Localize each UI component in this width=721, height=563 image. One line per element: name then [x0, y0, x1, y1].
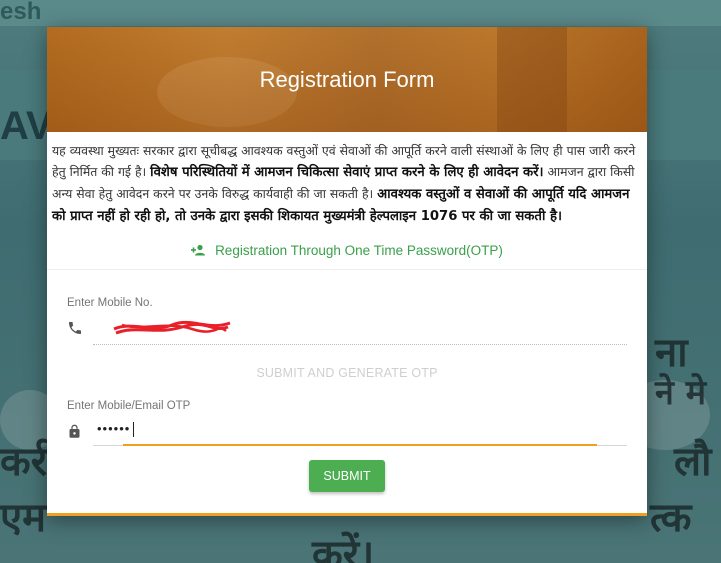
section-divider: [47, 269, 647, 270]
background-header-text: esh: [0, 0, 42, 25]
background-text-fragment: त्क: [650, 495, 692, 541]
background-text-fragment: कर्र: [0, 439, 48, 485]
background-side-text: AV: [0, 104, 53, 148]
background-header: [0, 0, 721, 26]
modal-title: Registration Form: [259, 67, 435, 92]
otp-field-label: Enter Mobile/Email OTP: [67, 400, 191, 412]
modal-banner: Registration Form: [47, 27, 647, 132]
background-text-fragment: एम: [0, 495, 47, 541]
background-text-fragment: करें।: [312, 532, 375, 563]
otp-link-label: Registration Through One Time Password(O…: [215, 242, 503, 258]
background-text-fragment: ने मे: [655, 373, 707, 413]
person-add-icon: [191, 244, 206, 256]
mobile-field-underline: [93, 344, 627, 345]
otp-field: Enter Mobile/Email OTP ••••••: [67, 397, 627, 449]
submit-button[interactable]: SUBMIT: [309, 460, 385, 492]
lock-icon: [67, 423, 85, 441]
redaction-scribble: [113, 320, 231, 335]
notice-text: यह व्यवस्था मुख्यतः सरकार द्वारा सूचीबद्…: [47, 132, 647, 227]
otp-field-focus-underline: [123, 444, 597, 446]
mobile-field: Enter Mobile No.: [67, 295, 627, 347]
mobile-field-label: Enter Mobile No.: [67, 297, 153, 309]
otp-registration-link[interactable]: Registration Through One Time Password(O…: [47, 239, 647, 261]
submit-and-generate-otp-button[interactable]: SUBMIT AND GENERATE OTP: [47, 366, 647, 380]
text-caret: [133, 422, 134, 437]
notice-bold-part: विशेष परिस्थितियों में आमजन चिकित्सा सेव…: [150, 165, 544, 180]
registration-modal: Registration Form यह व्यवस्था मुख्यतः सर…: [47, 27, 647, 516]
background-text-fragment: लौ: [674, 439, 712, 485]
phone-icon: [67, 320, 85, 338]
otp-input[interactable]: ••••••: [97, 421, 130, 436]
